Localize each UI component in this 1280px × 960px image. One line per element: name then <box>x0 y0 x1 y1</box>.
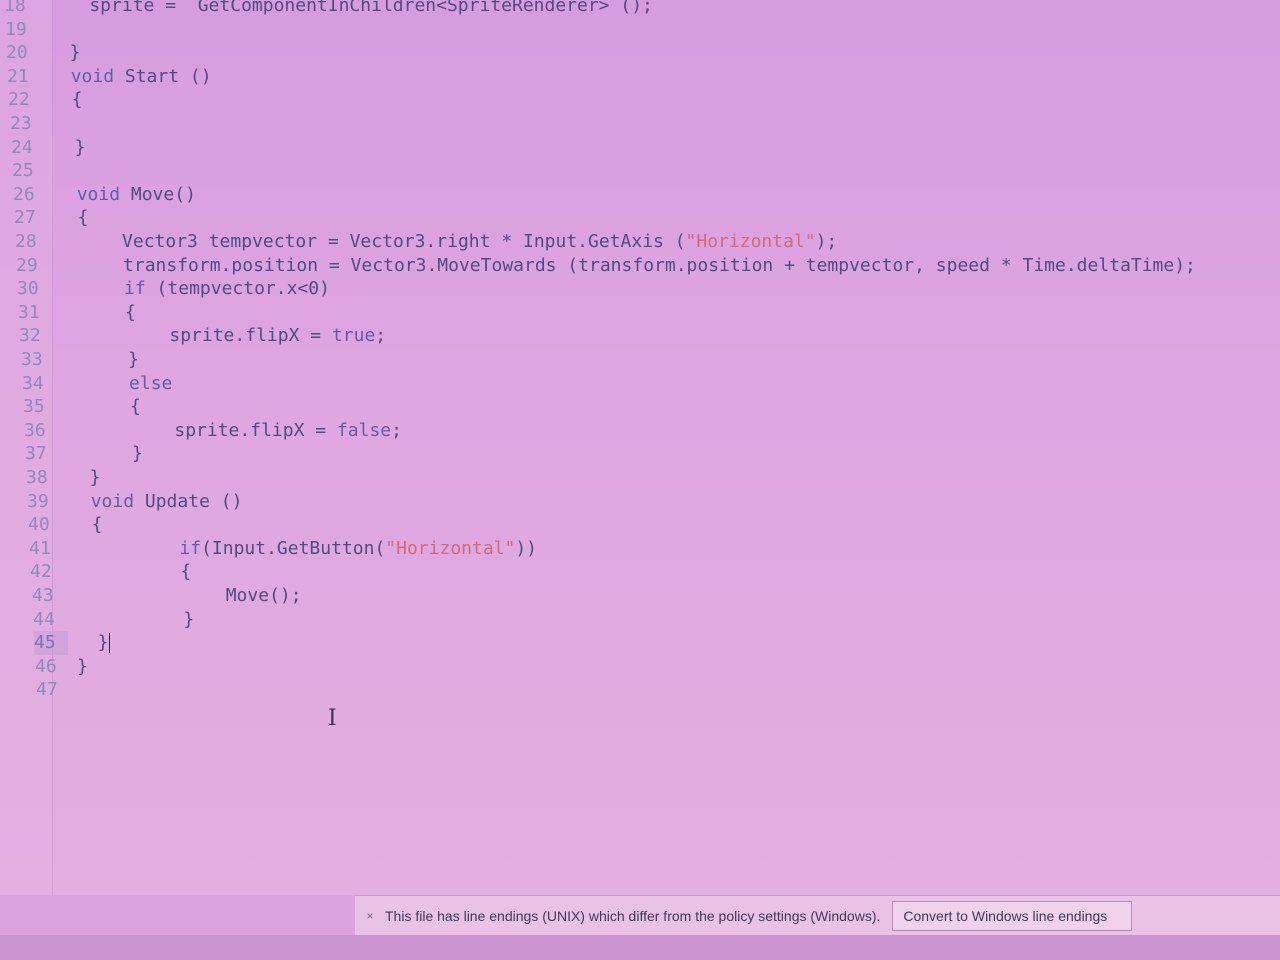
line-number: 33 <box>21 349 43 370</box>
code-line-31[interactable]: 31 { <box>18 301 136 325</box>
code-text: { <box>60 301 136 323</box>
line-number: 46 <box>35 655 57 677</box>
code-text: } <box>76 632 109 654</box>
line-number: 19 <box>5 18 27 40</box>
line-number: 35 <box>23 396 45 418</box>
line-number: 37 <box>25 443 47 465</box>
ibeam-cursor-icon: I <box>328 706 337 731</box>
status-bar <box>0 935 1280 960</box>
line-number: 39 <box>27 490 49 512</box>
code-text: { <box>65 396 141 418</box>
code-line-42[interactable]: 42 { <box>30 560 191 584</box>
code-text: { <box>50 89 83 111</box>
code-text: { <box>72 561 192 583</box>
code-line-20[interactable]: 20 } <box>6 41 81 65</box>
code-line-47[interactable]: 47 <box>36 678 78 702</box>
line-number: 43 <box>32 585 54 606</box>
code-text: Move(); <box>74 585 302 606</box>
line-number: 41 <box>29 537 51 559</box>
code-line-43[interactable]: 43 Move(); <box>32 584 302 608</box>
code-line-41[interactable]: 41 if(Input.GetButton("Horizontal")) <box>29 537 537 561</box>
code-text: { <box>70 514 103 536</box>
code-text: if (tempvector.x<0) <box>124 278 330 300</box>
code-line-23[interactable]: 23 <box>10 112 52 136</box>
code-line-36[interactable]: 36 sprite.flipX = false; <box>24 419 402 443</box>
line-number: 22 <box>8 89 30 111</box>
code-text: } <box>53 136 86 158</box>
line-number: 28 <box>15 231 37 252</box>
line-number: 21 <box>7 65 29 87</box>
code-text: } <box>48 42 81 64</box>
line-number: 44 <box>33 608 55 630</box>
line-number: 31 <box>18 301 40 323</box>
code-text: } <box>75 608 195 630</box>
code-line-22[interactable]: 22 { <box>8 88 83 112</box>
convert-line-endings-button[interactable]: Convert to Windows line endings <box>892 901 1133 931</box>
line-number: 38 <box>26 467 48 488</box>
code-line-37[interactable]: 37 } <box>25 442 143 466</box>
code-line-30[interactable]: 30 if (tempvector.x<0) <box>17 277 330 301</box>
code-text: sprite = GetComponentInChildren<SpriteRe… <box>46 0 653 16</box>
line-number: 45 <box>34 631 68 656</box>
code-line-26[interactable]: 26 void Move() <box>13 183 196 207</box>
code-text: void Update () <box>90 490 243 512</box>
code-line-45[interactable]: 45 } <box>34 631 110 656</box>
code-line-44[interactable]: 44 } <box>33 608 194 632</box>
code-line-34[interactable]: 34 else <box>22 372 172 396</box>
line-number: 24 <box>11 136 33 158</box>
code-text: if(Input.GetButton("Horizontal")) <box>179 537 538 559</box>
line-number: 27 <box>14 207 36 229</box>
code-line-32[interactable]: 32 sprite.flipX = true; <box>19 324 386 348</box>
code-text: else <box>129 372 173 394</box>
code-line-33[interactable]: 33 } <box>21 348 139 372</box>
code-text: } <box>63 349 139 370</box>
line-number: 47 <box>36 679 58 701</box>
line-number: 18 <box>4 0 26 16</box>
code-text: } <box>68 467 101 488</box>
code-text: transform.position = Vector3.MoveTowards… <box>58 254 1196 276</box>
code-text: sprite.flipX = false; <box>66 419 402 441</box>
code-line-29[interactable]: 29 transform.position = Vector3.MoveTowa… <box>16 254 1196 278</box>
code-line-19[interactable]: 19 <box>5 18 47 42</box>
code-text: { <box>56 207 89 229</box>
code-line-25[interactable]: 25 <box>12 159 54 183</box>
line-number: 25 <box>12 160 34 182</box>
line-number: 36 <box>24 419 46 441</box>
code-text: Vector3 tempvector = Vector3.right * Inp… <box>57 231 838 252</box>
close-icon[interactable]: × <box>355 909 385 923</box>
code-text: } <box>77 655 88 677</box>
line-number: 20 <box>6 42 28 64</box>
code-text: void Move() <box>76 183 196 205</box>
line-number: 29 <box>16 254 38 276</box>
code-text: void Start () <box>70 65 212 87</box>
line-number: 40 <box>28 514 50 536</box>
code-editor[interactable]: 18 sprite = GetComponentInChildren<Sprit… <box>0 0 1280 895</box>
line-number: 42 <box>30 561 52 583</box>
line-number: 34 <box>22 372 44 394</box>
code-line-21[interactable]: 21 void Start () <box>7 65 212 89</box>
code-line-24[interactable]: 24 } <box>11 136 86 160</box>
code-line-35[interactable]: 35 { <box>23 395 141 419</box>
code-line-40[interactable]: 40 { <box>28 513 103 537</box>
code-line-27[interactable]: 27 { <box>14 206 89 230</box>
code-text: } <box>67 443 143 465</box>
line-number: 30 <box>17 278 39 300</box>
code-line-38[interactable]: 38 } <box>26 466 101 490</box>
code-line-39[interactable]: 39 void Update () <box>27 490 242 514</box>
line-endings-infobar: × This file has line endings (UNIX) whic… <box>355 895 1280 936</box>
line-number: 32 <box>19 325 41 347</box>
infobar-message: This file has line endings (UNIX) which … <box>385 908 881 924</box>
code-text: sprite.flipX = true; <box>61 325 387 347</box>
line-number: 23 <box>10 113 32 134</box>
line-number: 26 <box>13 183 35 205</box>
code-line-18[interactable]: 18 sprite = GetComponentInChildren<Sprit… <box>4 0 653 18</box>
text-caret <box>108 633 110 654</box>
code-line-28[interactable]: 28 Vector3 tempvector = Vector3.right * … <box>15 230 837 254</box>
code-line-46[interactable]: 46} <box>35 655 88 679</box>
